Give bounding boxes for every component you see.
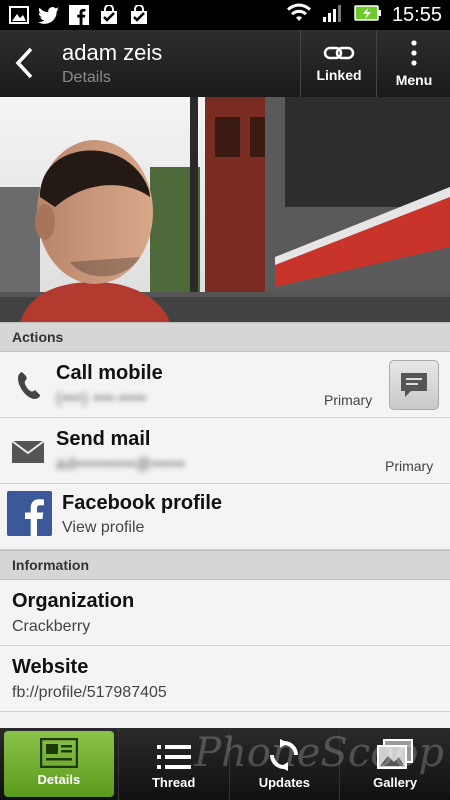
tab-thread-label: Thread — [151, 775, 196, 790]
page-subtitle: Details — [62, 69, 111, 86]
header-bar: adam zeis Details Linked Menu — [0, 30, 450, 97]
primary-badge: Primary — [385, 458, 434, 474]
refresh-icon — [270, 739, 299, 771]
tab-gallery[interactable]: Gallery — [339, 728, 450, 800]
tab-thread[interactable]: Thread — [117, 728, 229, 800]
linked-button[interactable]: Linked — [300, 30, 377, 97]
shopping-bag-check-icon — [98, 4, 120, 26]
call-mobile-title: Call mobile — [56, 362, 163, 384]
details-card-icon — [39, 738, 78, 768]
tab-gallery-label: Gallery — [373, 775, 418, 790]
facebook-icon — [68, 4, 90, 26]
tab-details-label: Details — [37, 772, 81, 787]
contact-name: adam zeis — [62, 40, 163, 65]
facebook-icon — [7, 491, 52, 536]
thread-list-icon — [156, 745, 191, 769]
website-label: Website — [12, 656, 89, 678]
phone-icon — [18, 372, 40, 399]
message-icon — [401, 373, 427, 397]
primary-badge: Primary — [324, 392, 373, 408]
details-list: Actions Call mobile (•••) •••-•••• Prima… — [0, 322, 450, 728]
contact-photo[interactable] — [0, 97, 450, 322]
section-header-actions: Actions — [0, 322, 450, 352]
website-row[interactable]: Website fb://profile/517987405 — [0, 646, 450, 712]
organization-value: Crackberry — [12, 618, 91, 635]
send-message-button[interactable] — [389, 360, 439, 410]
overflow-menu-icon — [411, 39, 417, 66]
twitter-icon — [38, 4, 60, 26]
send-mail-row[interactable]: Send mail ad•••••••••@••••• Primary — [0, 418, 450, 484]
email-address: ad•••••••••@••••• — [56, 456, 186, 473]
status-bar: 15:55 — [0, 0, 450, 30]
envelope-icon — [12, 441, 44, 463]
clock: 15:55 — [391, 4, 442, 26]
shopping-bag-check-icon — [128, 4, 150, 26]
phone-number: (•••) •••-•••• — [56, 390, 147, 407]
chevron-left-icon — [15, 47, 33, 79]
tab-details[interactable]: Details — [4, 731, 114, 797]
back-button[interactable] — [6, 40, 42, 86]
website-value: fb://profile/517987405 — [12, 684, 167, 701]
linked-label: Linked — [316, 66, 362, 83]
wifi-icon — [286, 3, 312, 28]
tab-updates-label: Updates — [258, 775, 311, 790]
bottom-tab-bar: Details Thread Updates Gallery — [0, 728, 450, 800]
tab-updates[interactable]: Updates — [228, 728, 340, 800]
section-header-information: Information — [0, 550, 450, 580]
gallery-photos-icon — [377, 739, 414, 769]
facebook-profile-row[interactable]: Facebook profile View profile — [0, 484, 450, 550]
facebook-profile-title: Facebook profile — [62, 492, 223, 514]
organization-label: Organization — [12, 590, 135, 612]
menu-button[interactable]: Menu — [376, 30, 450, 97]
gallery-icon — [8, 4, 30, 26]
battery-charging-icon — [354, 4, 382, 27]
view-profile-link: View profile — [62, 519, 145, 536]
send-mail-title: Send mail — [56, 428, 151, 450]
link-icon — [323, 46, 355, 59]
organization-row[interactable]: Organization Crackberry — [0, 580, 450, 646]
call-mobile-row[interactable]: Call mobile (•••) •••-•••• Primary — [0, 352, 450, 418]
signal-icon — [322, 3, 344, 28]
menu-label: Menu — [395, 71, 433, 88]
